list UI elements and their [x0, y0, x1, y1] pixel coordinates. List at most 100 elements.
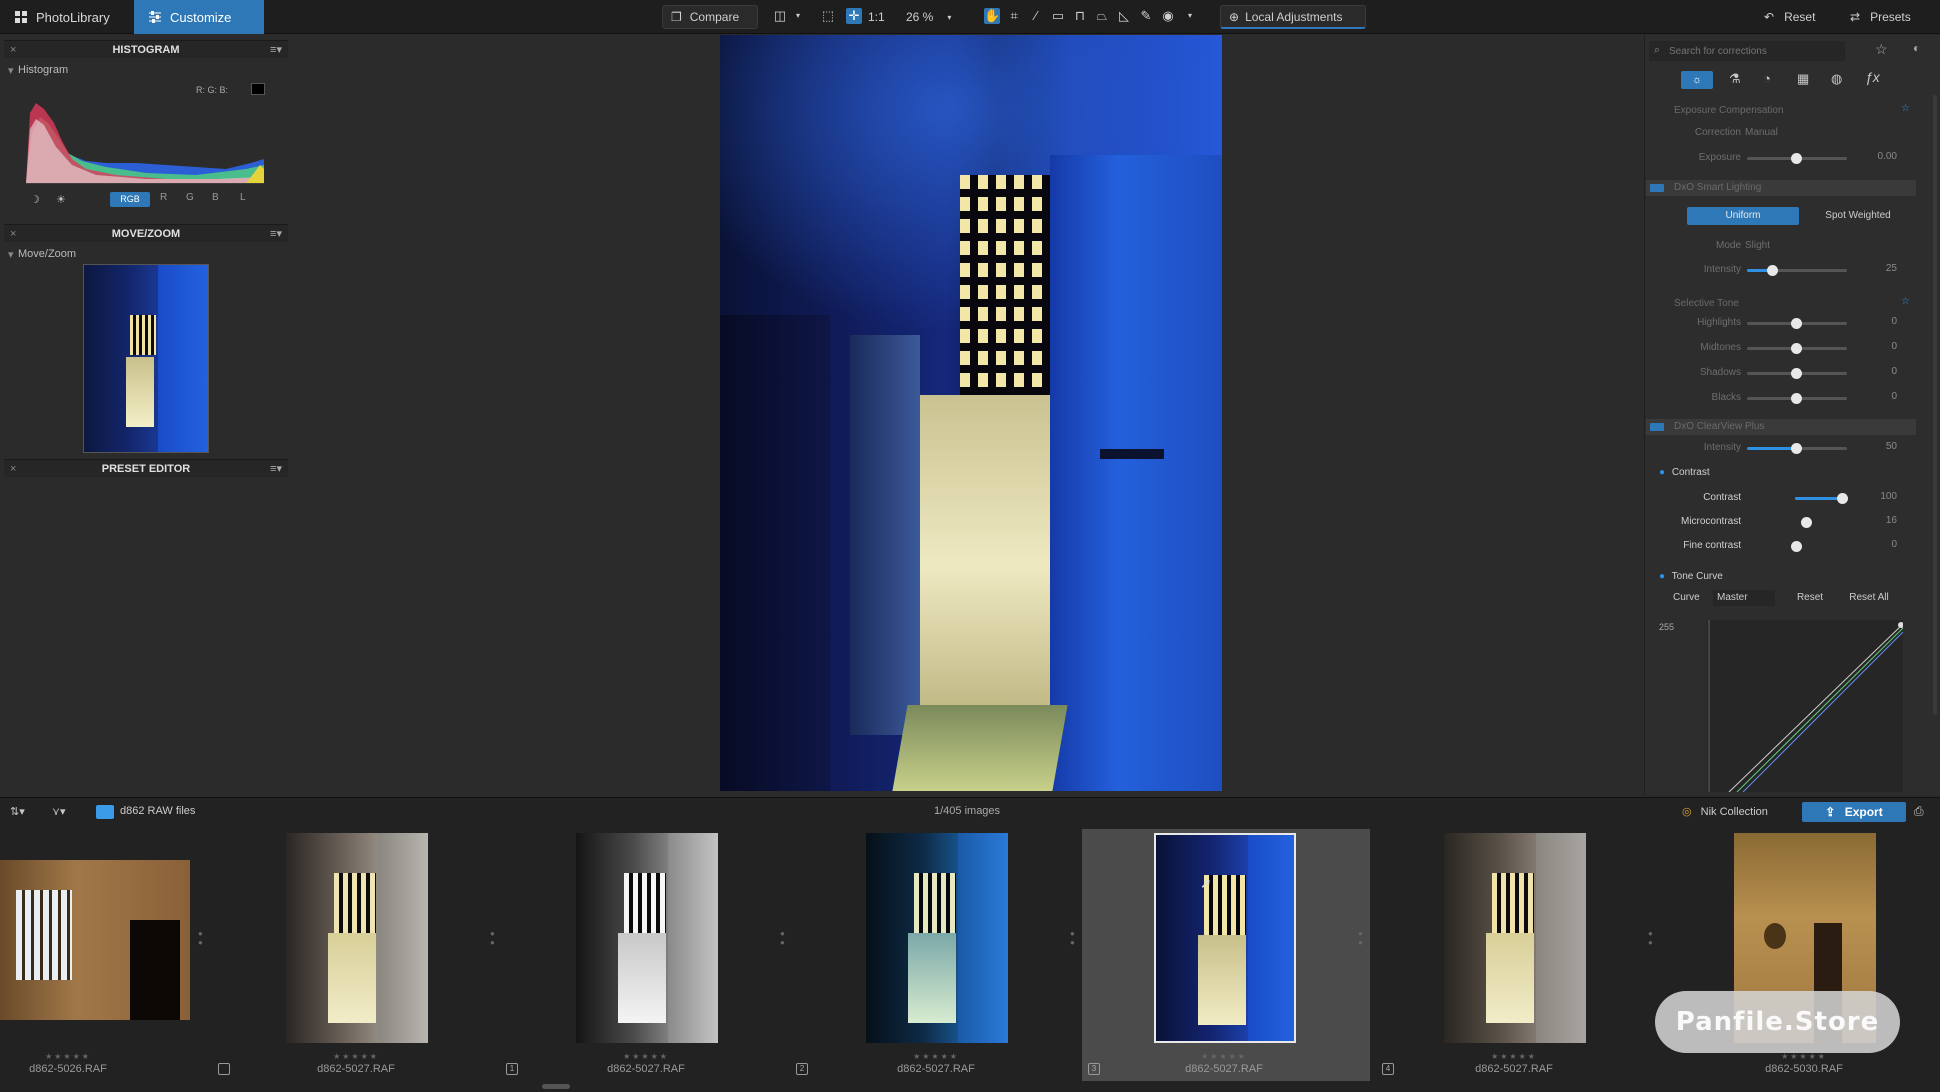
finecontrast-slider[interactable]: [1747, 541, 1847, 552]
cv-intensity-slider[interactable]: [1747, 443, 1847, 454]
drag-handle-icon[interactable]: ● ●: [1648, 929, 1654, 947]
compare-button[interactable]: ❐ Compare: [662, 5, 758, 29]
midtones-slider[interactable]: [1747, 343, 1847, 354]
panel-menu-icon[interactable]: ≡▾: [270, 460, 282, 478]
intensity-slider[interactable]: [1747, 265, 1847, 276]
tab-customize[interactable]: Customize: [134, 0, 264, 34]
split-view-icon[interactable]: ◫: [772, 8, 788, 24]
slider-knob[interactable]: [1791, 368, 1802, 379]
rating-stars[interactable]: ★★★★★: [1704, 1052, 1904, 1061]
highlight-clip-icon[interactable]: ☀: [56, 193, 66, 206]
spot-weighted-button[interactable]: Spot Weighted: [1813, 207, 1903, 225]
rating-stars[interactable]: ★★★★★: [836, 1052, 1036, 1061]
red-eye-icon[interactable]: ◉: [1160, 8, 1176, 24]
favorite-icon[interactable]: ☆: [1901, 296, 1910, 307]
share-icon[interactable]: ⎙: [1914, 804, 1924, 819]
color-tab-icon[interactable]: ⚗: [1729, 71, 1741, 87]
tone-curve-graph[interactable]: [1707, 620, 1903, 792]
slider-knob[interactable]: [1791, 343, 1802, 354]
film-thumbnail[interactable]: [286, 833, 428, 1043]
presets-button[interactable]: ⇄ Presets: [1842, 5, 1922, 29]
effects-tab-icon[interactable]: ƒx: [1865, 69, 1880, 85]
export-button[interactable]: ⇪ Export: [1802, 802, 1906, 822]
detail-tab-icon[interactable]: ◔: [1763, 71, 1771, 86]
drag-handle-icon[interactable]: ● ●: [1358, 929, 1364, 947]
folder-name[interactable]: d862 RAW files: [120, 805, 195, 817]
uniform-button[interactable]: Uniform: [1687, 207, 1799, 225]
navigator-thumbnail[interactable]: [83, 264, 209, 453]
blacks-value[interactable]: 0: [1869, 391, 1897, 402]
filmstrip-scrollbar[interactable]: [542, 1084, 570, 1089]
shadows-slider[interactable]: [1747, 368, 1847, 379]
tab-photolibrary[interactable]: PhotoLibrary: [0, 0, 132, 34]
channel-b[interactable]: B: [212, 192, 219, 203]
crop-icon[interactable]: ⌗: [1006, 8, 1022, 24]
channel-rgb[interactable]: RGB: [110, 192, 150, 207]
tone-curve-header[interactable]: ● Tone Curve: [1659, 571, 1723, 582]
keystone-icon[interactable]: ⏢: [1094, 8, 1110, 24]
slider-knob[interactable]: [1791, 153, 1802, 164]
rating-stars[interactable]: ★★★★★: [1124, 1052, 1324, 1061]
preset-editor-panel-header[interactable]: × PRESET EDITOR ≡▾: [4, 459, 288, 477]
one-to-one-button[interactable]: 1:1: [866, 5, 892, 29]
slider-knob[interactable]: [1791, 318, 1802, 329]
film-thumbnail[interactable]: [1444, 833, 1586, 1043]
light-tab-icon[interactable]: ☼: [1681, 71, 1713, 89]
highlights-value[interactable]: 0: [1869, 316, 1897, 327]
histogram-panel-header[interactable]: × HISTOGRAM ≡▾: [4, 40, 288, 58]
movezoom-subheader[interactable]: ▾ Move/Zoom: [8, 248, 76, 261]
smart-lighting-header[interactable]: DxO Smart Lighting: [1646, 180, 1916, 196]
search-field[interactable]: [1669, 43, 1839, 59]
hand-tool-icon[interactable]: ✋: [984, 8, 1000, 24]
microcontrast-value[interactable]: 16: [1869, 515, 1897, 526]
fit-screen-icon[interactable]: ⬚: [820, 8, 836, 24]
curve-reset-button[interactable]: Reset: [1789, 590, 1831, 606]
image-canvas[interactable]: [300, 35, 1640, 795]
slider-knob[interactable]: [1791, 443, 1802, 454]
film-cell[interactable]: ★★★★★ d862-5027.RAF ● ●: [212, 829, 502, 1081]
mode-select[interactable]: Slight: [1745, 240, 1770, 251]
chevron-down-icon[interactable]: ▾: [790, 8, 806, 24]
rating-stars[interactable]: ★★★★★: [1414, 1052, 1614, 1061]
slider-knob[interactable]: [1801, 517, 1812, 528]
curve-select[interactable]: Master: [1713, 590, 1775, 606]
local-tab-icon[interactable]: ◍: [1831, 71, 1842, 87]
favorite-icon[interactable]: ☆: [1901, 103, 1910, 114]
cv-intensity-value[interactable]: 50: [1869, 441, 1897, 452]
finecontrast-value[interactable]: 0: [1869, 539, 1897, 550]
microcontrast-slider[interactable]: [1795, 517, 1847, 528]
selective-tone-header[interactable]: Selective Tone: [1646, 296, 1916, 312]
panel-menu-icon[interactable]: ≡▾: [270, 41, 282, 59]
nik-collection-button[interactable]: ◎ Nik Collection: [1682, 802, 1800, 822]
rating-stars[interactable]: ★★★★★: [256, 1052, 456, 1061]
slider-knob[interactable]: [1791, 541, 1802, 552]
shadow-clip-icon[interactable]: ☽: [30, 193, 40, 206]
panel-menu-icon[interactable]: ≡▾: [270, 225, 282, 243]
contrast-slider[interactable]: [1795, 493, 1848, 504]
blacks-slider[interactable]: [1747, 393, 1847, 404]
rating-stars[interactable]: ★★★★★: [0, 1052, 168, 1061]
reset-button[interactable]: ↶ Reset: [1756, 5, 1828, 29]
film-thumbnail[interactable]: [866, 833, 1008, 1043]
channel-r[interactable]: R: [160, 192, 167, 203]
film-cell[interactable]: 2 ★★★★★ d862-5027.RAF ● ●: [792, 829, 1082, 1081]
star-icon[interactable]: ☆: [1875, 41, 1888, 58]
local-adjustments-button[interactable]: ⊕ Local Adjustments: [1220, 5, 1366, 29]
contrast-value[interactable]: 100: [1869, 491, 1897, 502]
film-thumbnail[interactable]: ➚: [1154, 833, 1296, 1043]
perspective-icon[interactable]: ⊓: [1072, 8, 1088, 24]
close-icon[interactable]: ×: [10, 41, 16, 59]
zoom-select[interactable]: 26 % ▾: [898, 5, 968, 29]
drag-handle-icon[interactable]: ● ●: [198, 929, 204, 947]
film-cell[interactable]: ★★★★★ d862-5026.RAF ● ●: [0, 829, 212, 1081]
geometry-tab-icon[interactable]: ▦: [1797, 71, 1809, 87]
repair-icon[interactable]: ✎: [1138, 8, 1154, 24]
slider-knob[interactable]: [1837, 493, 1848, 504]
slider-knob[interactable]: [1767, 265, 1778, 276]
channel-g[interactable]: G: [186, 192, 194, 203]
drag-handle-icon[interactable]: ● ●: [780, 929, 786, 947]
clearview-header[interactable]: DxO ClearView Plus: [1646, 419, 1916, 435]
move-tool-icon[interactable]: ✛: [846, 8, 862, 24]
intensity-value[interactable]: 25: [1869, 263, 1897, 274]
midtones-value[interactable]: 0: [1869, 341, 1897, 352]
